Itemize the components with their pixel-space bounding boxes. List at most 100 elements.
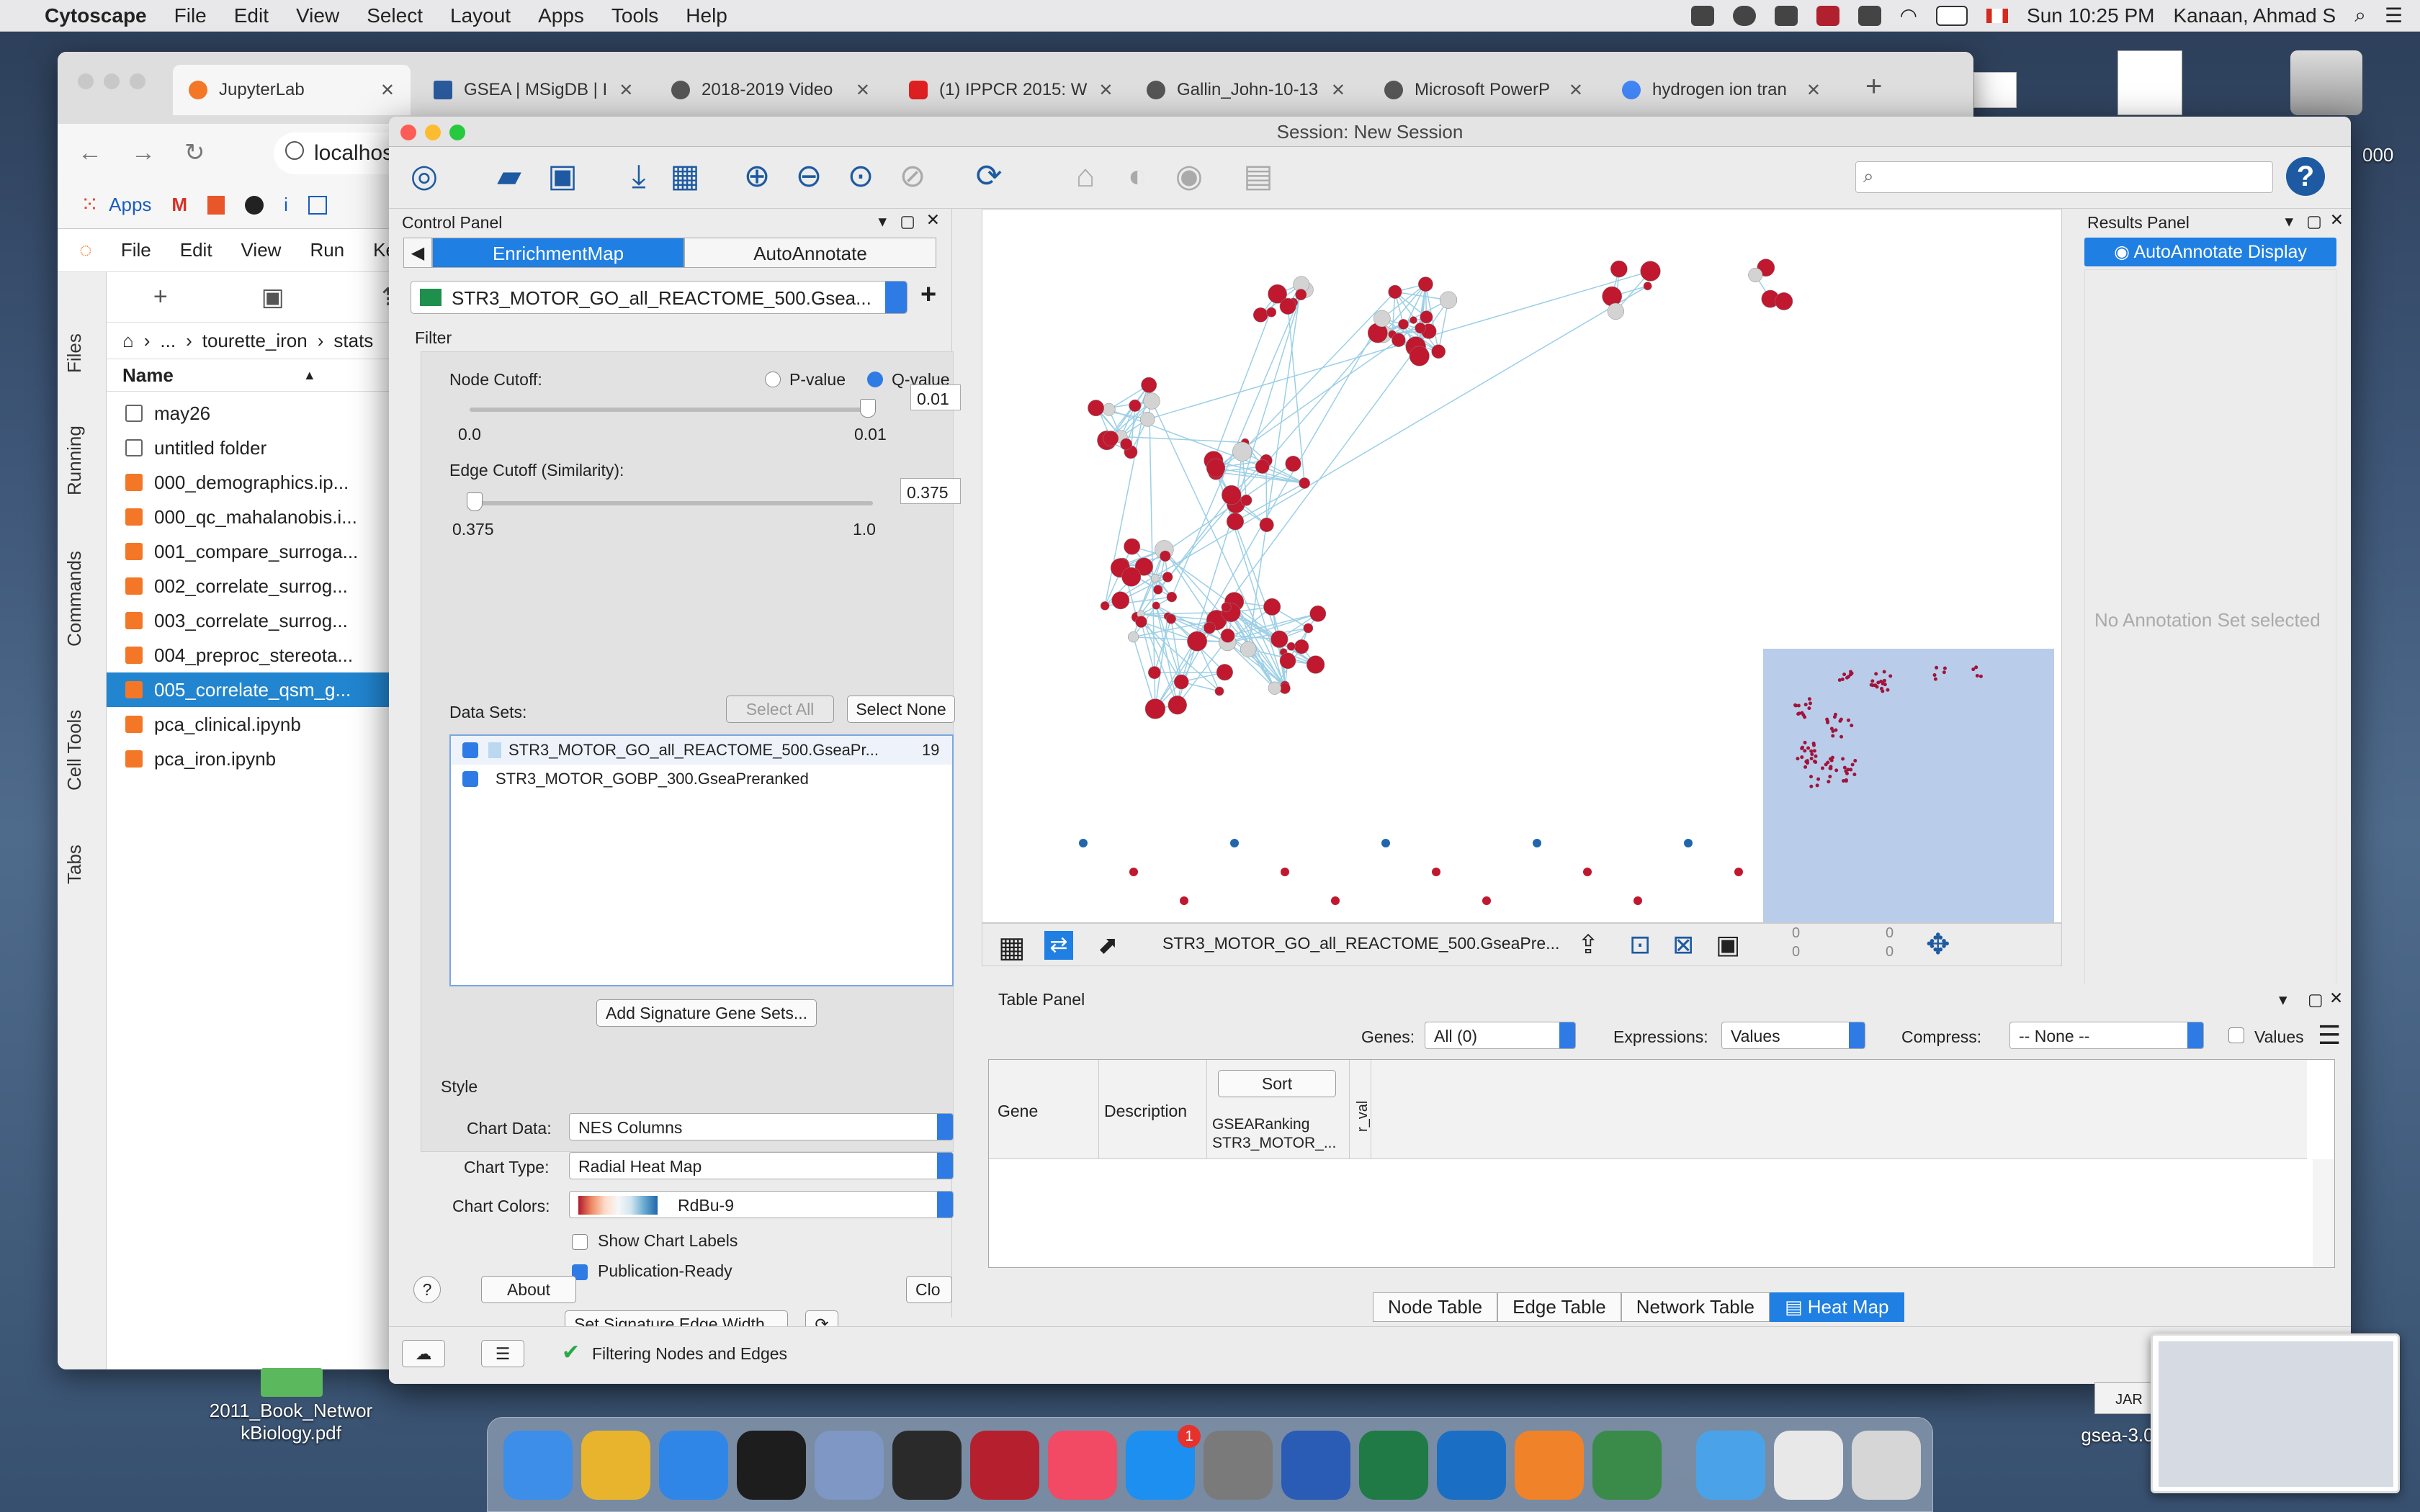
side-tab-commands[interactable]: Commands [63, 551, 86, 647]
col-gene[interactable]: Gene [998, 1102, 1038, 1121]
network-node[interactable] [1373, 310, 1391, 328]
network-node[interactable] [1160, 550, 1171, 562]
github-icon[interactable] [245, 195, 264, 215]
desktop-thumbnail[interactable] [2118, 50, 2182, 115]
forward-icon[interactable]: → [131, 139, 156, 167]
tab-node-table[interactable]: Node Table [1373, 1292, 1498, 1322]
values-checkbox[interactable] [2228, 1027, 2244, 1043]
close-tab-icon[interactable]: ✕ [1795, 80, 1821, 101]
network-node[interactable] [1533, 839, 1541, 847]
side-tab-running[interactable]: Running [63, 426, 86, 495]
float-panel-icon[interactable]: ▢ [2308, 990, 2323, 1009]
network-node[interactable] [1240, 641, 1257, 657]
node-cutoff-slider[interactable] [470, 408, 873, 412]
network-node[interactable] [1222, 485, 1242, 505]
dock-app-safari-icon[interactable] [659, 1431, 728, 1500]
dock-app-chrome-icon[interactable] [581, 1431, 650, 1500]
network-node[interactable] [1152, 601, 1160, 610]
network-node[interactable] [1252, 307, 1268, 323]
dock-app-excel-icon[interactable] [1359, 1431, 1428, 1500]
sort-button[interactable]: Sort [1218, 1070, 1336, 1097]
network-node[interactable] [1610, 260, 1628, 278]
table-scrollbar[interactable] [2313, 1159, 2334, 1267]
grid-view-icon[interactable]: ▦ [998, 931, 1026, 964]
bookmark-apps[interactable]: Apps [109, 194, 151, 216]
network-node[interactable] [1281, 868, 1289, 876]
cloud-icon[interactable] [1732, 5, 1756, 26]
network-node[interactable] [1417, 276, 1433, 292]
detach-view-icon[interactable]: ⬈ [1098, 931, 1119, 960]
close-tab-icon[interactable]: ✕ [1319, 80, 1345, 101]
dock-app-system-preferences-icon[interactable] [1204, 1431, 1273, 1500]
network-node[interactable] [1232, 441, 1252, 462]
add-network-icon[interactable]: + [920, 279, 936, 310]
edge-cutoff-knob[interactable] [467, 492, 483, 511]
dock-app-document-icon[interactable] [1774, 1431, 1843, 1500]
network-node[interactable] [1079, 839, 1088, 847]
zoom-fit-icon[interactable]: ⊙ [841, 157, 880, 196]
network-node[interactable] [1279, 652, 1296, 670]
network-edge[interactable] [1151, 400, 1286, 686]
close-tab-icon[interactable]: ✕ [369, 80, 395, 101]
pdf-file-icon[interactable] [261, 1368, 323, 1397]
chart-type-select[interactable]: Radial Heat Map [569, 1152, 954, 1179]
menu-view[interactable]: View [296, 4, 339, 27]
navigation-icon[interactable]: ✥ [1926, 928, 1950, 961]
reload-icon[interactable]: ↻ [184, 138, 205, 167]
network-node[interactable] [1431, 344, 1446, 359]
zoom-out-icon[interactable]: ⊖ [789, 157, 828, 196]
network-node[interactable] [1266, 307, 1277, 318]
tray-icon[interactable] [1690, 5, 1714, 26]
bookmark-icon[interactable]: i [284, 194, 288, 216]
network-node[interactable] [1420, 310, 1433, 324]
network-overview[interactable] [1763, 649, 2054, 922]
hide-icon[interactable]: ◐ [1118, 157, 1157, 196]
network-node[interactable] [1173, 674, 1189, 690]
airplay-icon[interactable] [1857, 5, 1881, 26]
network-node[interactable] [1270, 630, 1289, 648]
network-node[interactable] [1432, 868, 1440, 876]
dock-app-outlook-icon[interactable] [1437, 1431, 1506, 1500]
home-icon[interactable]: ⌂ [1066, 157, 1105, 196]
menu-file[interactable]: File [174, 4, 207, 27]
dataset-checkbox[interactable] [462, 742, 478, 758]
network-node[interactable] [1168, 696, 1187, 715]
close-button[interactable]: Clo [906, 1276, 952, 1303]
browser-tab-video[interactable]: 2018-2019 Video ✕ [655, 65, 886, 115]
network-node[interactable] [1221, 602, 1232, 613]
select-all-icon[interactable]: ▣ [1716, 930, 1740, 960]
pvalue-radio[interactable] [765, 372, 781, 387]
jupyter-menu-edit[interactable]: Edit [180, 239, 212, 261]
side-tab-files[interactable]: Files [63, 333, 86, 373]
network-edge[interactable] [1140, 621, 1155, 673]
close-tab-icon[interactable]: ✕ [844, 80, 870, 101]
menu-apps[interactable]: Apps [538, 4, 584, 27]
network-node[interactable] [1180, 896, 1188, 905]
gmail-icon[interactable]: M [171, 194, 187, 216]
menubar-clock[interactable]: Sun 10:25 PM [2027, 4, 2154, 27]
close-panel-icon[interactable]: ✕ [2329, 989, 2343, 1008]
network-node[interactable] [1166, 591, 1178, 603]
network-node[interactable] [1103, 431, 1119, 446]
new-tab-button[interactable]: + [1865, 71, 1882, 103]
network-node[interactable] [1285, 455, 1301, 472]
dock-app-pycharm-icon[interactable] [737, 1431, 806, 1500]
new-folder-icon[interactable]: ▣ [261, 283, 284, 312]
minimize-window-button[interactable] [425, 125, 441, 140]
dock-app-terminal-icon[interactable] [892, 1431, 962, 1500]
network-node[interactable] [1268, 681, 1281, 695]
tab-enrichmentmap[interactable]: EnrichmentMap [432, 238, 684, 268]
dock-app-finder-icon[interactable] [503, 1431, 573, 1500]
network-node[interactable] [1135, 616, 1147, 628]
network-node[interactable] [1129, 868, 1138, 876]
close-tab-icon[interactable]: ✕ [607, 80, 633, 101]
network-node[interactable] [1607, 302, 1624, 320]
jupyter-menu-file[interactable]: File [121, 239, 151, 261]
tab-scroll-left-icon[interactable]: ◀ [403, 238, 432, 268]
new-launcher-icon[interactable]: + [153, 283, 168, 311]
network-node[interactable] [1684, 839, 1693, 847]
browser-tab-powerpoint[interactable]: Microsoft PowerP ✕ [1368, 65, 1599, 115]
task-history-button[interactable]: ☰ [481, 1340, 524, 1367]
menu-select[interactable]: Select [367, 4, 423, 27]
refresh-icon[interactable]: ⟳ [969, 157, 1008, 196]
